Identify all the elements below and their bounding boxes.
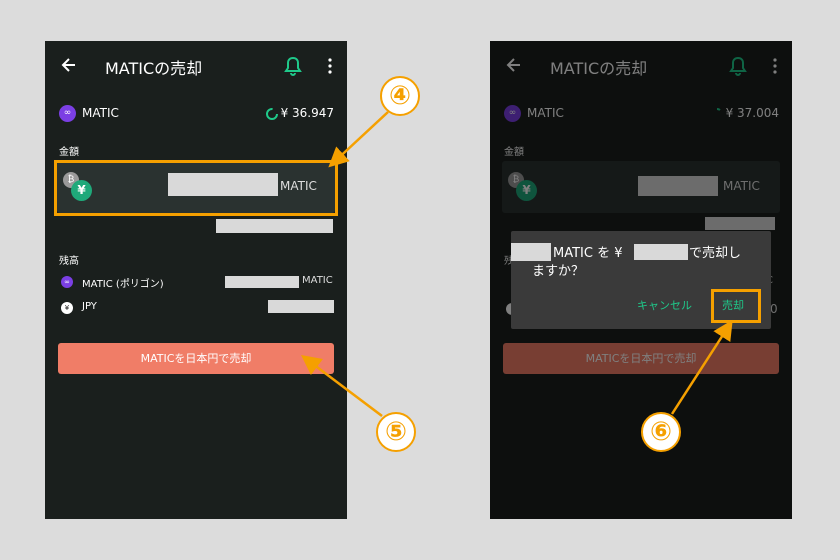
- highlight-amount-box: [54, 160, 338, 216]
- bell-icon[interactable]: [284, 56, 302, 76]
- balance-row-matic: ∞ MATIC (ポリゴン) MATIC: [59, 274, 334, 290]
- yen-icon: ¥: [61, 302, 73, 314]
- step-badge-6: ⑥: [641, 412, 681, 452]
- amount-label: 金額: [59, 147, 79, 158]
- balance-label: 残高: [59, 256, 79, 267]
- dialog-line1-a: MATIC を ¥: [553, 246, 623, 261]
- balance-row-jpy: ¥ JPY: [59, 300, 334, 316]
- redacted-price: [634, 244, 688, 260]
- rate-value: ¥ 36.947: [280, 106, 334, 120]
- step-badge-4: ④: [380, 76, 420, 116]
- sell-button[interactable]: MATICを日本円で売却: [58, 343, 334, 374]
- dialog-line2: ますか？: [532, 264, 585, 279]
- redacted-balance: [268, 300, 334, 313]
- cancel-button[interactable]: キャンセル: [637, 297, 692, 313]
- polygon-icon: ∞: [61, 276, 73, 288]
- coin-rate-row: ∞ MATIC ¥ 36.947: [59, 104, 334, 124]
- more-menu-icon[interactable]: [322, 57, 338, 75]
- balance-unit: MATIC: [302, 275, 333, 286]
- step-badge-5: ⑤: [376, 412, 416, 452]
- balance-name: JPY: [82, 301, 97, 312]
- dialog-line1-b: で売却し: [689, 246, 742, 261]
- redacted-converted-value: [216, 219, 333, 233]
- app-bar: MATICの売却: [45, 41, 347, 91]
- phone-screen-left: MATICの売却 ∞ MATIC ¥ 36.947 金額 ₿ ¥ MATIC 残…: [45, 41, 347, 519]
- redacted-balance: [225, 276, 299, 288]
- coin-name: MATIC: [82, 106, 119, 120]
- balance-name: MATIC (ポリゴン): [82, 279, 164, 290]
- refresh-timer-icon: [266, 108, 278, 120]
- page-title: MATICの売却: [105, 59, 203, 78]
- redacted-amount: [511, 243, 551, 261]
- highlight-confirm-button: [711, 289, 761, 323]
- back-arrow-icon[interactable]: [59, 55, 79, 75]
- phone-screen-right: MATICの売却 ∞ MATIC ¥ 37.004 金額 ₿ ¥ MATIC 残…: [490, 41, 792, 519]
- polygon-icon: ∞: [59, 105, 76, 122]
